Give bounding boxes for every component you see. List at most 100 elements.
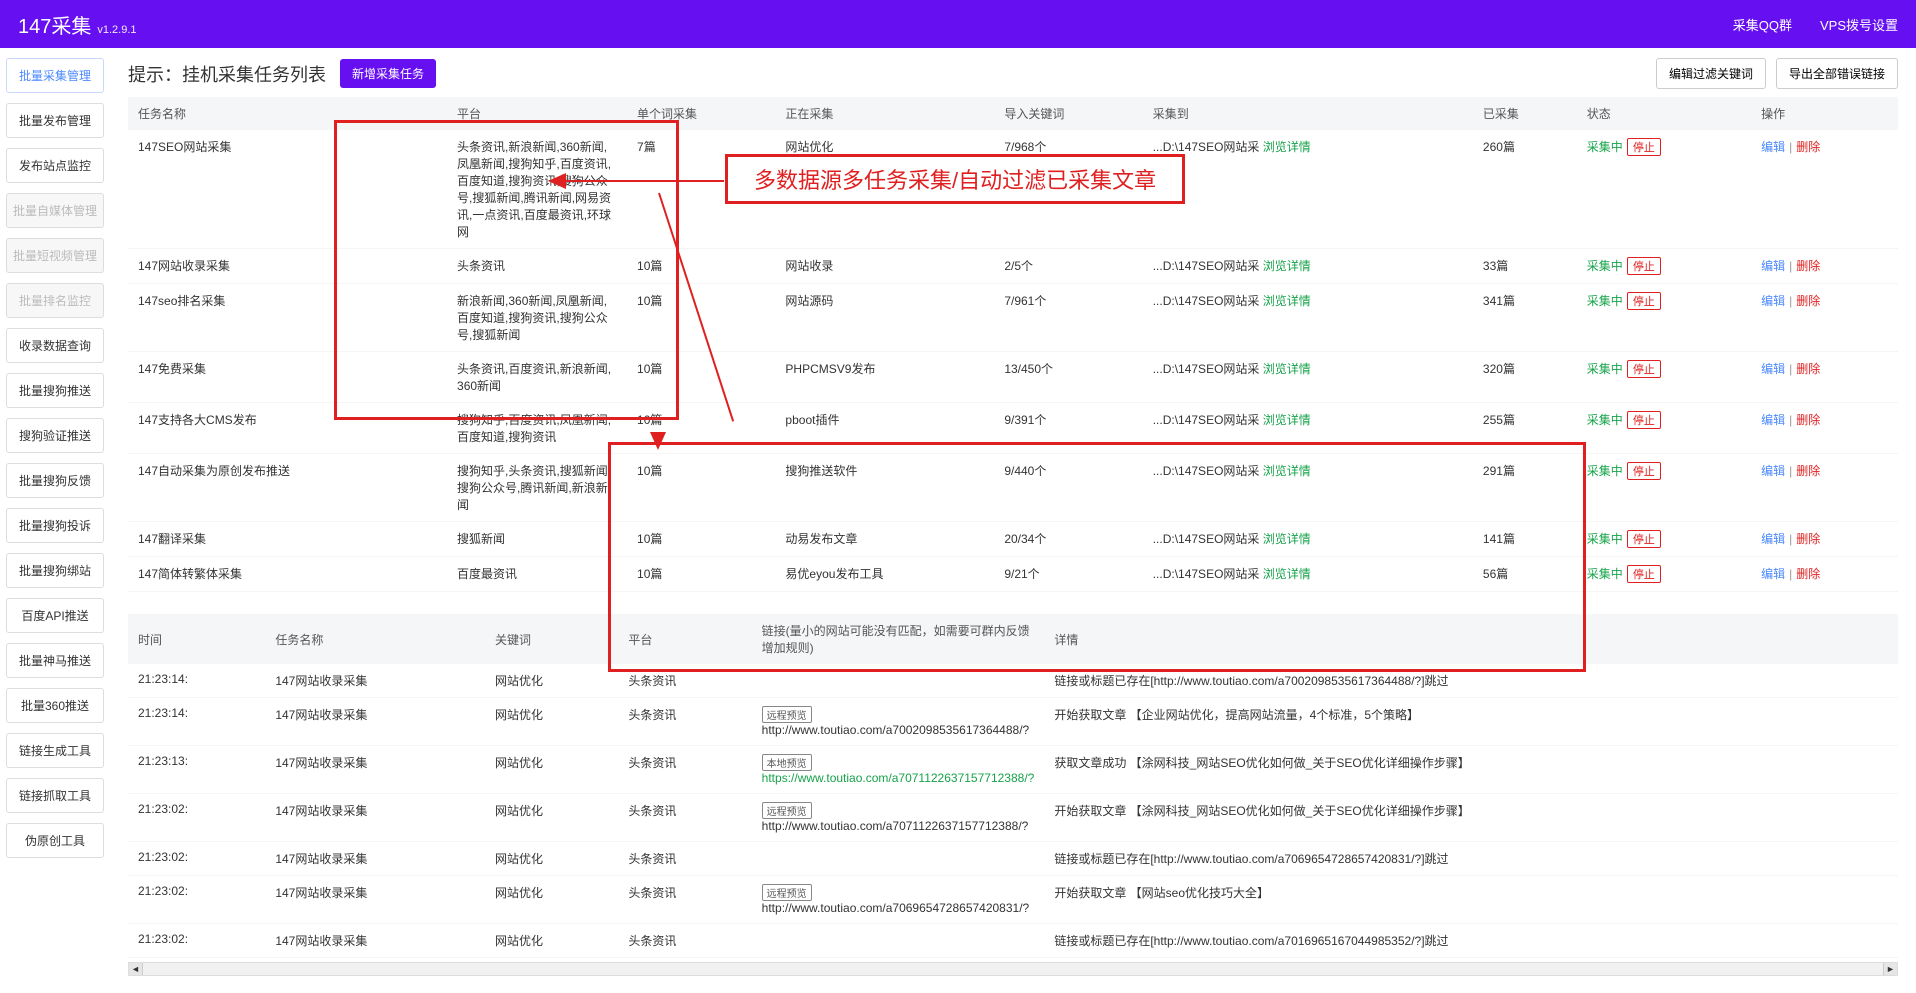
sidebar-item-16[interactable]: 链接抓取工具 [6, 778, 104, 813]
task-ops: 编辑|删除 [1751, 352, 1898, 403]
task-cell: PHPCMSV9发布 [775, 352, 994, 403]
header-link-vps[interactable]: VPS拨号设置 [1820, 15, 1898, 34]
tasks-col-1: 平台 [447, 97, 627, 130]
task-row: 147自动采集为原创发布推送搜狗知乎,头条资讯,搜狐新闻,搜狗公众号,腾讯新闻,… [128, 454, 1898, 522]
task-ops: 编辑|删除 [1751, 130, 1898, 249]
task-cell: pboot插件 [775, 403, 994, 454]
log-keyword: 网站优化 [485, 746, 618, 794]
log-url[interactable]: http://www.toutiao.com/a7071122637157712… [762, 819, 1029, 833]
browse-detail-link[interactable]: 浏览详情 [1263, 413, 1311, 427]
preview-badge[interactable]: 远程预览 [762, 884, 812, 901]
edit-filter-button[interactable]: 编辑过滤关键词 [1656, 58, 1766, 89]
task-cell: 2/5个 [994, 249, 1142, 284]
log-detail: 链接或标题已存在[http://www.toutiao.com/a7069654… [1044, 842, 1898, 876]
log-task: 147网站收录采集 [265, 746, 485, 794]
sidebar-item-8[interactable]: 搜狗验证推送 [6, 418, 104, 453]
stop-button[interactable]: 停止 [1627, 292, 1661, 310]
log-row: 21:23:14:147网站收录采集网站优化头条资讯链接或标题已存在[http:… [128, 664, 1898, 698]
browse-detail-link[interactable]: 浏览详情 [1263, 259, 1311, 273]
log-task: 147网站收录采集 [265, 876, 485, 924]
edit-link[interactable]: 编辑 [1761, 567, 1785, 581]
delete-link[interactable]: 删除 [1796, 140, 1820, 154]
task-status: 采集中停止 [1577, 522, 1751, 557]
logs-table: 时间任务名称关键词平台链接(量小的网站可能没有匹配，如需要可群内反馈增加规则)详… [128, 614, 1898, 958]
sidebar-item-1[interactable]: 批量发布管理 [6, 103, 104, 138]
sidebar-item-7[interactable]: 批量搜狗推送 [6, 373, 104, 408]
sidebar-item-15[interactable]: 链接生成工具 [6, 733, 104, 768]
scroll-right-icon[interactable]: ► [1883, 963, 1897, 975]
stop-button[interactable]: 停止 [1627, 257, 1661, 275]
stop-button[interactable]: 停止 [1627, 462, 1661, 480]
task-cell: 搜狐新闻 [447, 522, 627, 557]
delete-link[interactable]: 删除 [1796, 413, 1820, 427]
preview-badge[interactable]: 远程预览 [762, 802, 812, 819]
delete-link[interactable]: 删除 [1796, 362, 1820, 376]
browse-detail-link[interactable]: 浏览详情 [1263, 464, 1311, 478]
edit-link[interactable]: 编辑 [1761, 532, 1785, 546]
task-ops: 编辑|删除 [1751, 403, 1898, 454]
sidebar-item-9[interactable]: 批量搜狗反馈 [6, 463, 104, 498]
task-row: 147网站收录采集头条资讯10篇网站收录2/5个...D:\147SEO网站采 … [128, 249, 1898, 284]
sidebar-item-14[interactable]: 批量360推送 [6, 688, 104, 723]
browse-detail-link[interactable]: 浏览详情 [1263, 532, 1311, 546]
delete-link[interactable]: 删除 [1796, 259, 1820, 273]
task-cell: 291篇 [1473, 454, 1577, 522]
stop-button[interactable]: 停止 [1627, 360, 1661, 378]
sidebar-item-2[interactable]: 发布站点监控 [6, 148, 104, 183]
log-url[interactable]: http://www.toutiao.com/a7002098535617364… [762, 723, 1030, 737]
header-link-qq[interactable]: 采集QQ群 [1733, 15, 1792, 34]
preview-badge[interactable]: 本地预览 [762, 754, 812, 771]
edit-link[interactable]: 编辑 [1761, 140, 1785, 154]
task-cell: 网站源码 [775, 284, 994, 352]
task-dest: ...D:\147SEO网站采 浏览详情 [1143, 352, 1473, 403]
stop-button[interactable]: 停止 [1627, 138, 1661, 156]
sidebar-item-12[interactable]: 百度API推送 [6, 598, 104, 633]
task-cell: 9/440个 [994, 454, 1142, 522]
stop-button[interactable]: 停止 [1627, 565, 1661, 583]
sidebar-item-10[interactable]: 批量搜狗投诉 [6, 508, 104, 543]
export-errors-button[interactable]: 导出全部错误链接 [1776, 58, 1898, 89]
delete-link[interactable]: 删除 [1796, 294, 1820, 308]
log-url[interactable]: http://www.toutiao.com/a7069654728657420… [762, 901, 1030, 915]
log-platform: 头条资讯 [618, 876, 751, 924]
task-cell: 56篇 [1473, 557, 1577, 592]
sidebar-item-0[interactable]: 批量采集管理 [6, 58, 104, 93]
logs-col-0: 时间 [128, 614, 265, 664]
task-cell: 147简体转繁体采集 [128, 557, 447, 592]
task-status: 采集中停止 [1577, 403, 1751, 454]
delete-link[interactable]: 删除 [1796, 567, 1820, 581]
sidebar-item-6[interactable]: 收录数据查询 [6, 328, 104, 363]
task-dest: ...D:\147SEO网站采 浏览详情 [1143, 403, 1473, 454]
new-task-button[interactable]: 新增采集任务 [340, 59, 436, 88]
tasks-col-4: 导入关键词 [994, 97, 1142, 130]
sidebar-item-11[interactable]: 批量搜狗绑站 [6, 553, 104, 588]
sidebar-item-17[interactable]: 伪原创工具 [6, 823, 104, 858]
horizontal-scrollbar[interactable]: ◄ ► [128, 962, 1898, 976]
sidebar-item-13[interactable]: 批量神马推送 [6, 643, 104, 678]
edit-link[interactable]: 编辑 [1761, 362, 1785, 376]
delete-link[interactable]: 删除 [1796, 532, 1820, 546]
task-status: 采集中停止 [1577, 249, 1751, 284]
scroll-left-icon[interactable]: ◄ [129, 963, 143, 975]
task-cell: 147翻译采集 [128, 522, 447, 557]
stop-button[interactable]: 停止 [1627, 411, 1661, 429]
tasks-col-8: 操作 [1751, 97, 1898, 130]
sidebar-item-4: 批量短视频管理 [6, 238, 104, 273]
delete-link[interactable]: 删除 [1796, 464, 1820, 478]
preview-badge[interactable]: 远程预览 [762, 706, 812, 723]
task-cell: 10篇 [627, 557, 775, 592]
log-platform: 头条资讯 [618, 698, 751, 746]
log-link [752, 842, 1045, 876]
stop-button[interactable]: 停止 [1627, 530, 1661, 548]
browse-detail-link[interactable]: 浏览详情 [1263, 294, 1311, 308]
edit-link[interactable]: 编辑 [1761, 464, 1785, 478]
edit-link[interactable]: 编辑 [1761, 413, 1785, 427]
browse-detail-link[interactable]: 浏览详情 [1263, 362, 1311, 376]
browse-detail-link[interactable]: 浏览详情 [1263, 567, 1311, 581]
edit-link[interactable]: 编辑 [1761, 259, 1785, 273]
browse-detail-link[interactable]: 浏览详情 [1263, 140, 1311, 154]
log-url[interactable]: https://www.toutiao.com/a707112263715771… [762, 771, 1035, 785]
logs-col-4: 链接(量小的网站可能没有匹配，如需要可群内反馈增加规则) [752, 614, 1045, 664]
edit-link[interactable]: 编辑 [1761, 294, 1785, 308]
task-cell: 341篇 [1473, 284, 1577, 352]
